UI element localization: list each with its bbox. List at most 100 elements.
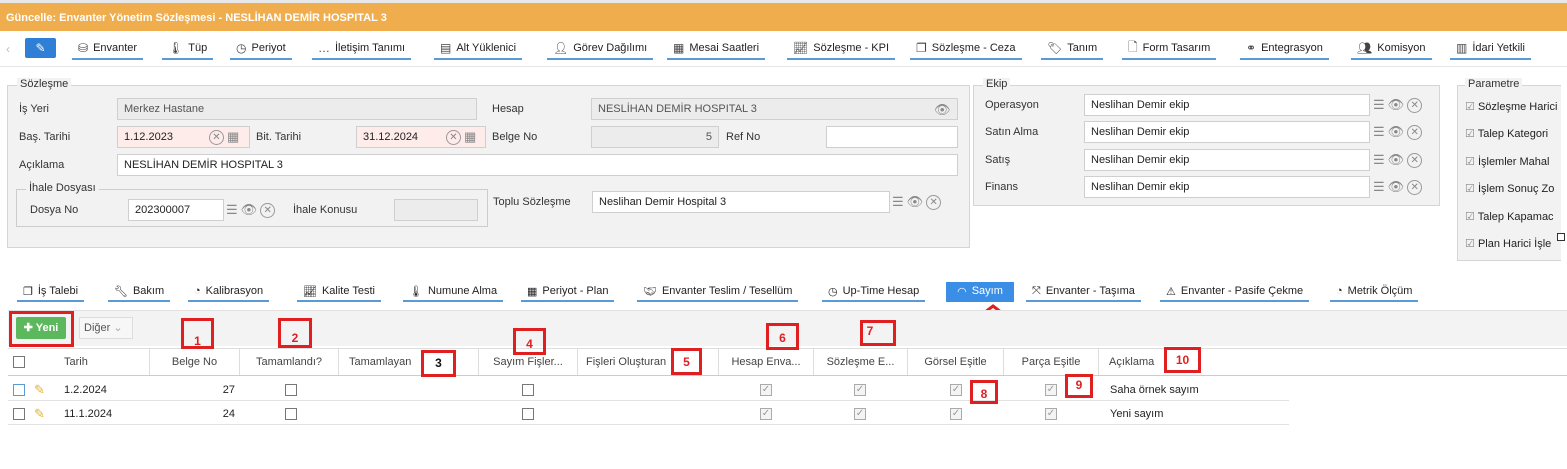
tab-iletisim-tanimi[interactable]: … İletişim Tanımı xyxy=(312,38,412,60)
parametre-item[interactable]: ☑ İşlem Sonuç Zo xyxy=(1465,182,1554,195)
header-parca-esitle[interactable]: Parça Eşitle xyxy=(1004,349,1099,375)
view-icon[interactable]: 👁︎ xyxy=(1388,179,1405,195)
cell-tamamlandi-checkbox[interactable] xyxy=(285,384,297,396)
tab-komisyon[interactable]: 👥︎ Komisyon xyxy=(1351,38,1432,60)
dosya-no-field[interactable]: 202300007 xyxy=(128,199,224,221)
tab-periyot-plan[interactable]: ▦ Periyot - Plan xyxy=(521,282,615,302)
hesap-field[interactable]: NESLİHAN DEMİR HOSPITAL 3 xyxy=(591,98,958,120)
calendar-icon[interactable]: ▦ xyxy=(227,129,239,145)
thermometer-icon: 🌡︎ xyxy=(168,41,184,55)
calendar-icon[interactable]: ▦ xyxy=(464,129,476,145)
row-checkbox[interactable] xyxy=(13,408,25,420)
view-icon[interactable]: 👁︎ xyxy=(907,194,924,210)
ihale-konusu-field[interactable] xyxy=(394,199,478,221)
tab-envanter-teslim[interactable]: 🤝︎ Envanter Teslim / Tesellüm xyxy=(637,282,799,302)
ekip-finans-field[interactable]: Neslihan Demir ekip xyxy=(1084,176,1370,198)
clear-icon[interactable]: ✕ xyxy=(260,202,276,218)
ref-no-field[interactable] xyxy=(826,126,958,148)
view-icon[interactable]: 👁︎ xyxy=(1388,124,1405,140)
select-all-checkbox[interactable] xyxy=(13,356,25,368)
list-icon[interactable]: ☰ xyxy=(226,202,238,218)
resize-handle[interactable] xyxy=(1557,233,1565,241)
ekip-satin-alma-field[interactable]: Neslihan Demir ekip xyxy=(1084,121,1370,143)
tab-kalibrasyon[interactable]: ◔ Kalibrasyon xyxy=(188,282,270,302)
clear-icon[interactable]: ✕ xyxy=(926,194,942,210)
is-yeri-field[interactable]: Merkez Hastane xyxy=(117,98,477,120)
tab-mesai-saatleri[interactable]: ▦ Mesai Saatleri xyxy=(667,38,766,60)
copy-icon: ❐ xyxy=(916,41,927,55)
ekip-operasyon-field[interactable]: Neslihan Demir ekip xyxy=(1084,94,1370,116)
clear-icon[interactable]: ✕ xyxy=(1407,179,1423,195)
clear-icon[interactable]: ✕ xyxy=(1407,152,1423,168)
tab-form-tasarim[interactable]: 🗋 Form Tasarım xyxy=(1122,38,1217,60)
tab-is-talebi[interactable]: ❐ İş Talebi xyxy=(17,282,85,302)
header-gorsel-esitle[interactable]: Görsel Eşitle xyxy=(908,349,1004,375)
tab-up-time-hesap[interactable]: ◷ Up-Time Hesap xyxy=(822,282,926,302)
tab-tanim[interactable]: 🏷︎ Tanım xyxy=(1041,38,1104,60)
tab-tup[interactable]: 🌡︎ Tüp xyxy=(162,38,214,60)
tab-envanter-tasima[interactable]: ⤧ Envanter - Taşıma xyxy=(1026,282,1141,302)
tab-entegrasyon[interactable]: ⚭ Entegrasyon xyxy=(1240,38,1329,60)
view-icon[interactable]: 👁︎ xyxy=(1388,152,1405,168)
tab-alt-yuklenici[interactable]: ▤ Alt Yüklenici xyxy=(434,38,523,60)
edit-row-icon[interactable]: ✎ xyxy=(34,406,45,422)
scroll-left-icon[interactable]: ‹ xyxy=(6,42,10,56)
tab-metrik-olcum[interactable]: ◔ Metrik Ölçüm xyxy=(1330,282,1419,302)
parametre-item[interactable]: ☑ Talep Kategori xyxy=(1465,127,1548,140)
clear-icon[interactable]: ✕ xyxy=(209,129,224,145)
view-icon[interactable]: 👁︎ xyxy=(241,202,258,218)
list-icon[interactable]: ☰ xyxy=(1373,124,1385,140)
cubes-icon: ⛁ xyxy=(78,41,89,55)
parametre-item[interactable]: ☑ Talep Kapamac xyxy=(1465,210,1554,223)
tab-bakim[interactable]: 🔧︎ Bakım xyxy=(108,282,171,302)
header-tamamlandi[interactable]: Tamamlandı? xyxy=(240,349,339,375)
list-icon[interactable]: ☰ xyxy=(1373,179,1385,195)
belge-no-field[interactable]: 5 xyxy=(591,126,719,148)
diger-dropdown[interactable]: Diğer ⌄ xyxy=(79,317,133,339)
tab-idari-yetkili[interactable]: ▥ İdari Yetkili xyxy=(1450,38,1531,60)
edit-icon: ✎ xyxy=(35,41,46,55)
tab-periyot[interactable]: ◷ Periyot xyxy=(230,38,292,60)
header-tarih[interactable]: Tarih xyxy=(56,349,150,375)
list-icon[interactable]: ☰ xyxy=(1373,97,1385,113)
annotation-label: 6 xyxy=(779,331,786,345)
annotation-label: 5 xyxy=(683,355,690,369)
user-icon: 👤︎ xyxy=(553,41,569,55)
cell-sayim-fisleri-checkbox[interactable] xyxy=(522,384,534,396)
bas-tarihi-label: Baş. Tarihi xyxy=(19,131,71,143)
header-tamamlayan[interactable]: Tamamlayan xyxy=(339,349,479,375)
ekip-satis-label: Satış xyxy=(985,154,1011,166)
header-sozlesme-envanter[interactable]: Sözleşme E... xyxy=(814,349,908,375)
clear-icon[interactable]: ✕ xyxy=(1407,97,1423,113)
toplu-sozlesme-field[interactable]: Neslihan Demir Hospital 3 xyxy=(592,191,890,213)
tab-numune-alma[interactable]: 🌡︎ Numune Alma xyxy=(403,282,504,302)
ekip-satin-alma-label: Satın Alma xyxy=(985,126,1039,138)
tab-envanter-pasife-cekme[interactable]: ⚠ Envanter - Pasife Çekme xyxy=(1160,282,1310,302)
view-icon[interactable]: 👁︎ xyxy=(1388,97,1405,113)
cell-sayim-fisleri-checkbox[interactable] xyxy=(522,408,534,420)
table-row[interactable]: ✎ 11.1.2024 24 ✓ ✓ ✓ ✓ Yeni sayım xyxy=(8,403,1289,425)
tab-kalite-testi[interactable]: 📈︎ Kalite Testi xyxy=(297,282,381,302)
list-icon[interactable]: ☰ xyxy=(1373,152,1385,168)
tab-sozlesme-kpi[interactable]: 📈︎ Sözleşme - KPI xyxy=(787,38,896,60)
tab-sayim[interactable]: ◠ Sayım xyxy=(946,282,1014,302)
table-row[interactable]: ✎ 1.2.2024 27 ✓ ✓ ✓ ✓ Saha örnek sayım xyxy=(8,379,1289,401)
annotation-label: 8 xyxy=(980,387,988,401)
list-icon[interactable]: ☰ xyxy=(892,194,904,210)
header-hesap-envanter[interactable]: Hesap Enva... xyxy=(719,349,814,375)
cell-hesap-envanter-checkbox: ✓ xyxy=(760,408,772,420)
parametre-item[interactable]: ☑ İşlemler Mahal xyxy=(1465,155,1549,168)
clear-icon[interactable]: ✕ xyxy=(1407,124,1423,140)
ekip-satis-field[interactable]: Neslihan Demir ekip xyxy=(1084,149,1370,171)
tab-sozlesme-ceza[interactable]: ❐ Sözleşme - Ceza xyxy=(910,38,1022,60)
parametre-item[interactable]: ☑ Sözleşme Harici xyxy=(1465,100,1557,113)
header-belge-no[interactable]: Belge No xyxy=(150,349,240,375)
clear-icon[interactable]: ✕ xyxy=(446,129,461,145)
tab-gorev-dagilimi[interactable]: 👤︎ Görev Dağılımı xyxy=(547,38,654,60)
cell-tamamlandi-checkbox[interactable] xyxy=(285,408,297,420)
parametre-item[interactable]: ☑ Plan Harici İşle xyxy=(1465,237,1551,250)
tab-envanter[interactable]: ⛁ Envanter xyxy=(72,38,144,60)
aciklama-field[interactable]: NESLİHAN DEMİR HOSPITAL 3 xyxy=(117,154,958,176)
hesap-view-icon[interactable]: 👁︎ xyxy=(934,100,951,120)
edit-button[interactable]: ✎ xyxy=(25,38,56,58)
